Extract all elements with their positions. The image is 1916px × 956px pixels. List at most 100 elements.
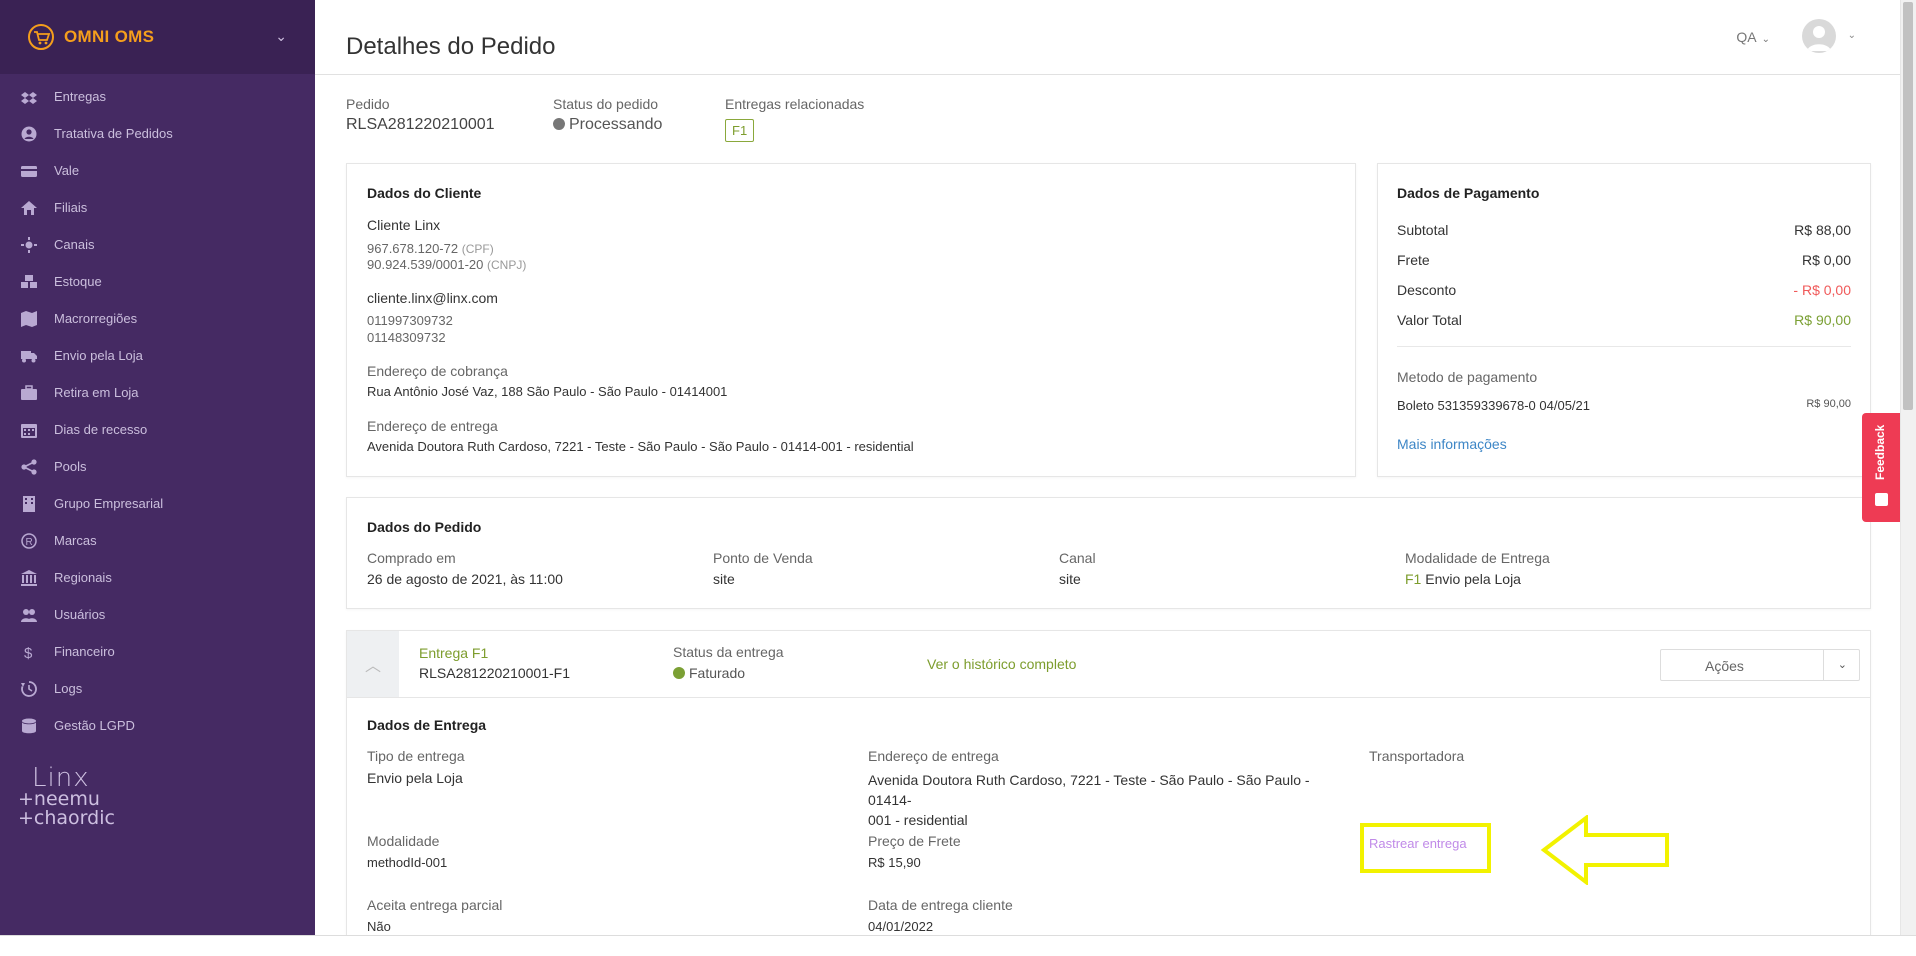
divider [347, 697, 1870, 698]
order-data-card: Dados do Pedido Comprado em 26 de agosto… [346, 497, 1871, 609]
status-dot-icon [553, 118, 565, 130]
delivery-label: Entrega F1 [419, 645, 489, 661]
delivery-address-label: Endereço de entrega [367, 418, 498, 434]
sidebar-item-pools[interactable]: Pools [0, 448, 315, 485]
dollar-icon: $ [20, 643, 38, 661]
frete-label: Frete [1397, 252, 1430, 268]
delivery-address-line-2: 001 - residential [868, 812, 968, 828]
actions-dropdown[interactable]: Ações ⌄ [1660, 649, 1860, 681]
delivery-address-value: Avenida Doutora Ruth Cardoso, 7221 - Tes… [367, 439, 914, 454]
cpf-value: 967.678.120-72 [367, 241, 459, 256]
scrollbar-thumb[interactable] [1903, 2, 1913, 410]
sidebar-item-dias-de-recesso[interactable]: Dias de recesso [0, 411, 315, 448]
customer-cnpj: 90.924.539/0001-20 (CNPJ) [367, 257, 526, 272]
sidebar-item-label: Dias de recesso [54, 422, 148, 437]
environment-selector[interactable]: QA ⌄ [1736, 29, 1770, 45]
feedback-tab[interactable]: Feedback [1862, 413, 1900, 522]
sidebar-item-retira-em-loja[interactable]: Retira em Loja [0, 374, 315, 411]
sidebar-item-entregas[interactable]: Entregas [0, 78, 315, 115]
history-icon [20, 680, 38, 698]
delivery-mode-text: Envio pela Loja [1425, 571, 1521, 587]
subtotal-row: Subtotal R$ 88,00 [1397, 222, 1851, 238]
sidebar-item-marcas[interactable]: R Marcas [0, 522, 315, 559]
sidebar-item-label: Gestão LGPD [54, 718, 135, 733]
users-icon [20, 606, 38, 624]
svg-text:$: $ [24, 645, 33, 660]
freight-price-label: Preço de Frete [868, 833, 961, 849]
history-link[interactable]: Ver o histórico completo [927, 656, 1076, 672]
sidebar-item-label: Tratativa de Pedidos [54, 126, 173, 141]
divider [1397, 346, 1851, 347]
sidebar-item-label: Filiais [54, 200, 88, 215]
scrollbar[interactable] [1900, 0, 1916, 935]
chaordic-logo-text: +chaordic [18, 807, 115, 829]
payment-method-label: Metodo de pagamento [1397, 369, 1538, 385]
order-id-value: RLSA281220210001 [346, 116, 495, 133]
payment-method-row: Boleto 531359339678-0 04/05/21 R$ 90,00 [1397, 398, 1851, 413]
bank-icon [20, 569, 38, 587]
delivery-mode-label: Modalidade de Entrega [1405, 550, 1550, 566]
purchased-at-label: Comprado em [367, 550, 456, 566]
sidebar-item-label: Logs [54, 681, 83, 696]
sidebar-item-label: Grupo Empresarial [54, 496, 164, 511]
linx-logo: Linx +neemu +chaordic [18, 763, 115, 829]
avatar[interactable] [1802, 19, 1836, 53]
sidebar-item-envio-pela-loja[interactable]: Envio pela Loja [0, 337, 315, 374]
feedback-icon [1875, 493, 1888, 506]
subtotal-label: Subtotal [1397, 222, 1449, 238]
track-delivery-link[interactable]: Rastrear entrega [1369, 836, 1467, 851]
chevron-down-icon[interactable]: ⌄ [275, 28, 287, 45]
sidebar-item-label: Usuários [54, 607, 106, 622]
sidebar-item-label: Entregas [54, 89, 107, 104]
customer-phone-2: 01148309732 [367, 330, 446, 345]
order-status-label: Status do pedido [553, 96, 659, 112]
more-info-link[interactable]: Mais informações [1397, 436, 1507, 452]
delivery-mode-code: F1 [1405, 571, 1422, 587]
sidebar-item-canais[interactable]: Canais [0, 226, 315, 263]
sidebar-item-estoque[interactable]: Estoque [0, 263, 315, 300]
payment-method-value: Boleto 531359339678-0 04/05/21 [1397, 398, 1591, 413]
sidebar-item-label: Envio pela Loja [54, 348, 143, 363]
brand-header[interactable]: OMNI OMS ⌄ [0, 0, 315, 74]
sidebar-item-macrorregiões[interactable]: Macrorregiões [0, 300, 315, 337]
sidebar-item-gestão-lgpd[interactable]: Gestão LGPD [0, 707, 315, 744]
delivery-status-text: Faturado [689, 665, 746, 681]
desconto-row: Desconto - R$ 0,00 [1397, 282, 1851, 298]
point-of-sale-label: Ponto de Venda [713, 550, 813, 566]
delivery-type-value: Envio pela Loja [367, 770, 463, 786]
chevron-down-icon: ⌄ [1761, 34, 1770, 45]
share-icon [20, 458, 38, 476]
user-avatar-icon [1807, 26, 1831, 51]
status-dot-icon [673, 667, 685, 679]
sidebar-item-financeiro[interactable]: $ Financeiro [0, 633, 315, 670]
subtotal-value: R$ 88,00 [1794, 222, 1851, 238]
payment-method-amount: R$ 90,00 [1806, 398, 1851, 410]
desconto-label: Desconto [1397, 282, 1457, 298]
delivery-address-label: Endereço de entrega [868, 748, 999, 764]
total-row: Valor Total R$ 90,00 [1397, 312, 1851, 328]
sidebar-item-usuários[interactable]: Usuários [0, 596, 315, 633]
sidebar-item-grupo-empresarial[interactable]: Grupo Empresarial [0, 485, 315, 522]
desconto-value: - R$ 0,00 [1793, 282, 1851, 298]
sidebar-item-filiais[interactable]: Filiais [0, 189, 315, 226]
sidebar-item-logs[interactable]: Logs [0, 670, 315, 707]
sidebar-item-label: Marcas [54, 533, 97, 548]
collapse-toggle[interactable]: ︿ [347, 631, 399, 697]
actions-label: Ações [1705, 658, 1744, 674]
feedback-label: Feedback [1873, 424, 1887, 480]
sidebar-item-tratativa-de-pedidos[interactable]: Tratativa de Pedidos [0, 115, 315, 152]
sidebar: OMNI OMS ⌄ Entregas Tratativa de Pedidos V… [0, 0, 315, 935]
related-deliveries-block: Entregas relacionadas F1 [725, 96, 864, 142]
order-id-block: Pedido RLSA281220210001 [346, 96, 495, 134]
sidebar-item-label: Vale [54, 163, 80, 178]
chevron-down-icon[interactable]: ⌄ [1838, 658, 1847, 671]
top-header: Detalhes do Pedido QA ⌄ ⌄ [315, 0, 1900, 75]
linx-logo-text: Linx [32, 763, 90, 793]
arrow-left-icon [1540, 815, 1669, 885]
delivery-badge-f1[interactable]: F1 [725, 119, 755, 142]
sidebar-item-vale[interactable]: Vale [0, 152, 315, 189]
sidebar-item-regionais[interactable]: Regionais [0, 559, 315, 596]
partial-delivery-value: Não [367, 919, 391, 934]
client-delivery-date-label: Data de entrega cliente [868, 897, 1013, 913]
chevron-down-icon[interactable]: ⌄ [1848, 30, 1856, 41]
